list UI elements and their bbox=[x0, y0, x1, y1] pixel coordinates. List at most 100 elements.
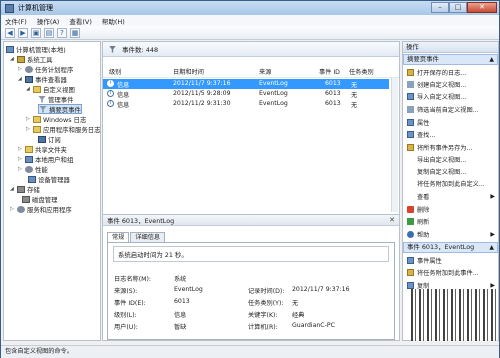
general-tab-panel: 系统启动时间为 21 秒。 日志名称(M): 系统 来源(S): EventLo… bbox=[107, 242, 395, 340]
tree-item-disk-management[interactable]: 磁盘管理 bbox=[22, 194, 58, 204]
up-folder-icon[interactable]: ▣ bbox=[31, 27, 41, 38]
clock-icon bbox=[25, 65, 33, 73]
menu-view[interactable]: 查看(V) bbox=[69, 16, 92, 26]
action-delete[interactable]: 删除 bbox=[403, 204, 498, 214]
tree-item-admin-events[interactable]: 管理事件 bbox=[38, 94, 74, 104]
action-export-custom-view[interactable]: 导出自定义视图... bbox=[403, 154, 498, 164]
action-attach-task-view[interactable]: 将任务附加到此自定义... bbox=[403, 178, 498, 188]
eventid-value: 6013 bbox=[174, 298, 190, 305]
tree-item-app-service-logs[interactable]: ▷ 应用程序和服务日志 bbox=[26, 124, 101, 134]
submenu-arrow-icon: ▶ bbox=[490, 281, 495, 289]
col-datetime[interactable]: 日期和时间 bbox=[173, 67, 204, 76]
tools-icon bbox=[17, 55, 25, 63]
action-save-all-events[interactable]: 将所有事件另存为... bbox=[403, 142, 498, 152]
tree-item-task-scheduler[interactable]: ▷ 任务计划程序 bbox=[18, 64, 73, 74]
action-create-custom-view[interactable]: 创建自定义视图... bbox=[403, 79, 498, 89]
col-source[interactable]: 来源 bbox=[259, 67, 271, 76]
column-headers: 级别 日期和时间 来源 事件 ID 任务类别 bbox=[103, 66, 399, 78]
computer-label: 计算机(R): bbox=[248, 324, 278, 331]
tree-item-performance[interactable]: ▷ 性能 bbox=[18, 164, 48, 174]
help-icon[interactable]: ? bbox=[57, 27, 67, 38]
event-row[interactable]: i 信息 2012/11/7 9:37:16 EventLog 6013 无 bbox=[103, 79, 389, 89]
tree-item-device-manager[interactable]: 设备管理器 bbox=[28, 174, 70, 184]
tree-item-windows-logs[interactable]: ▷ Windows 日志 bbox=[26, 114, 86, 124]
folder-icon bbox=[33, 85, 41, 93]
col-level[interactable]: 级别 bbox=[109, 67, 121, 76]
folder-icon bbox=[33, 125, 41, 133]
col-task-category[interactable]: 任务类别 bbox=[349, 67, 374, 76]
tree-item-summary-events[interactable]: 摘要页事件 bbox=[38, 104, 82, 114]
expand-icon[interactable]: ▷ bbox=[26, 116, 32, 122]
tree-item-local-users[interactable]: ▷ 本地用户和组 bbox=[18, 154, 73, 164]
close-button[interactable]: ✕ bbox=[467, 2, 497, 13]
level-label: 级别(L): bbox=[114, 312, 137, 319]
tree-item-shared-folders[interactable]: ▷ 共享文件夹 bbox=[18, 144, 67, 154]
taskcat-label: 任务类别(Y): bbox=[248, 300, 284, 307]
open-log-icon bbox=[407, 68, 414, 76]
tab-details[interactable]: 详细信息 bbox=[130, 232, 166, 242]
action-refresh[interactable]: 刷新 bbox=[403, 216, 498, 226]
action-copy-custom-view[interactable]: 复制自定义视图... bbox=[403, 166, 498, 176]
col-event-id[interactable]: 事件 ID bbox=[319, 67, 340, 76]
source-value: EventLog bbox=[174, 286, 203, 293]
filter-icon bbox=[109, 45, 116, 53]
expand-icon[interactable]: ▷ bbox=[18, 66, 24, 72]
event-row[interactable]: i 信息 2012/11/5 9:28:09 EventLog 6013 无 bbox=[103, 89, 389, 99]
collapse-icon[interactable]: ◢ bbox=[18, 76, 24, 82]
collapse-icon[interactable]: ◢ bbox=[10, 186, 16, 192]
menu-action[interactable]: 操作(A) bbox=[37, 16, 60, 26]
collapse-icon[interactable]: ◢ bbox=[10, 56, 16, 62]
action-view[interactable]: 查看 ▶ bbox=[403, 191, 498, 201]
close-detail-icon[interactable]: ✕ bbox=[389, 216, 395, 224]
expand-icon[interactable]: ▷ bbox=[18, 156, 24, 162]
expand-icon[interactable]: ▷ bbox=[18, 146, 24, 152]
expand-icon[interactable]: ▷ bbox=[18, 166, 24, 172]
logname-value: 系统 bbox=[174, 276, 187, 283]
action-event-properties[interactable]: 事件属性 bbox=[403, 255, 498, 265]
action-attach-task-event[interactable]: 将任务附加到此事件... bbox=[403, 267, 498, 277]
tree-item-storage[interactable]: ◢ 存储 bbox=[10, 184, 40, 194]
collapse-icon[interactable]: ◢ bbox=[26, 86, 32, 92]
collapse-arrow-icon[interactable]: ▲ bbox=[489, 55, 494, 64]
action-find[interactable]: 查找... bbox=[403, 129, 498, 139]
tree-item-custom-views[interactable]: ◢ 自定义视图 bbox=[26, 84, 75, 94]
tree-item-subscriptions[interactable]: 订阅 bbox=[38, 134, 61, 144]
event-list-scrollbar[interactable] bbox=[391, 78, 398, 212]
expand-icon[interactable]: ▷ bbox=[10, 206, 16, 212]
tree-item-root[interactable]: 计算机管理(本地) bbox=[6, 44, 66, 54]
help-icon bbox=[407, 230, 414, 238]
minimize-button[interactable]: – bbox=[431, 2, 449, 13]
action-filter-current-view[interactable]: 筛选当前自定义视图... bbox=[403, 104, 498, 114]
actions-section-summary[interactable]: 摘要页事件 ▲ bbox=[403, 54, 498, 65]
event-detail-title: 事件 6013，EventLog bbox=[107, 216, 175, 225]
computer-management-icon bbox=[5, 3, 14, 13]
source-label: 来源(S): bbox=[114, 288, 138, 295]
tab-general[interactable]: 常规 bbox=[107, 232, 130, 242]
tree-item-system-tools[interactable]: ◢ 系统工具 bbox=[10, 54, 53, 64]
event-count: 事件数: 448 bbox=[122, 46, 159, 54]
back-button[interactable]: ◀ bbox=[5, 27, 15, 38]
tree-item-event-viewer[interactable]: ◢ 事件查看器 bbox=[18, 74, 67, 84]
logname-label: 日志名称(M): bbox=[114, 276, 152, 283]
users-icon bbox=[25, 155, 33, 163]
watermark-qr-code bbox=[411, 289, 497, 341]
forward-button[interactable]: ▶ bbox=[18, 27, 28, 38]
actions-section-event[interactable]: 事件 6013，EventLog ▲ bbox=[403, 242, 498, 253]
menu-file[interactable]: 文件(F) bbox=[5, 16, 27, 26]
collapse-arrow-icon[interactable]: ▲ bbox=[489, 243, 494, 252]
action-help[interactable]: 帮助 ▶ bbox=[403, 229, 498, 239]
expand-icon[interactable]: ▷ bbox=[26, 126, 32, 132]
event-row[interactable]: i 信息 2012/11/2 9:31:30 EventLog 6013 无 bbox=[103, 99, 389, 109]
action-properties[interactable]: 属性 bbox=[403, 117, 498, 127]
show-hide-tree-icon[interactable]: ▤ bbox=[44, 27, 54, 38]
menu-help[interactable]: 帮助(H) bbox=[102, 16, 125, 26]
action-import-custom-view[interactable]: 导入自定义视图... bbox=[403, 91, 498, 101]
action-open-saved-log[interactable]: 打开保存的日志... bbox=[403, 67, 498, 77]
tree-item-services-apps[interactable]: ▷ 服务和应用程序 bbox=[10, 204, 72, 214]
copy-icon bbox=[407, 281, 414, 289]
attach-task-icon bbox=[407, 268, 414, 276]
keywords-value: 经典 bbox=[292, 312, 305, 319]
maximize-button[interactable]: □ bbox=[449, 2, 467, 13]
keywords-label: 关键字(K): bbox=[248, 312, 278, 319]
properties-icon[interactable]: ▦ bbox=[70, 27, 80, 38]
